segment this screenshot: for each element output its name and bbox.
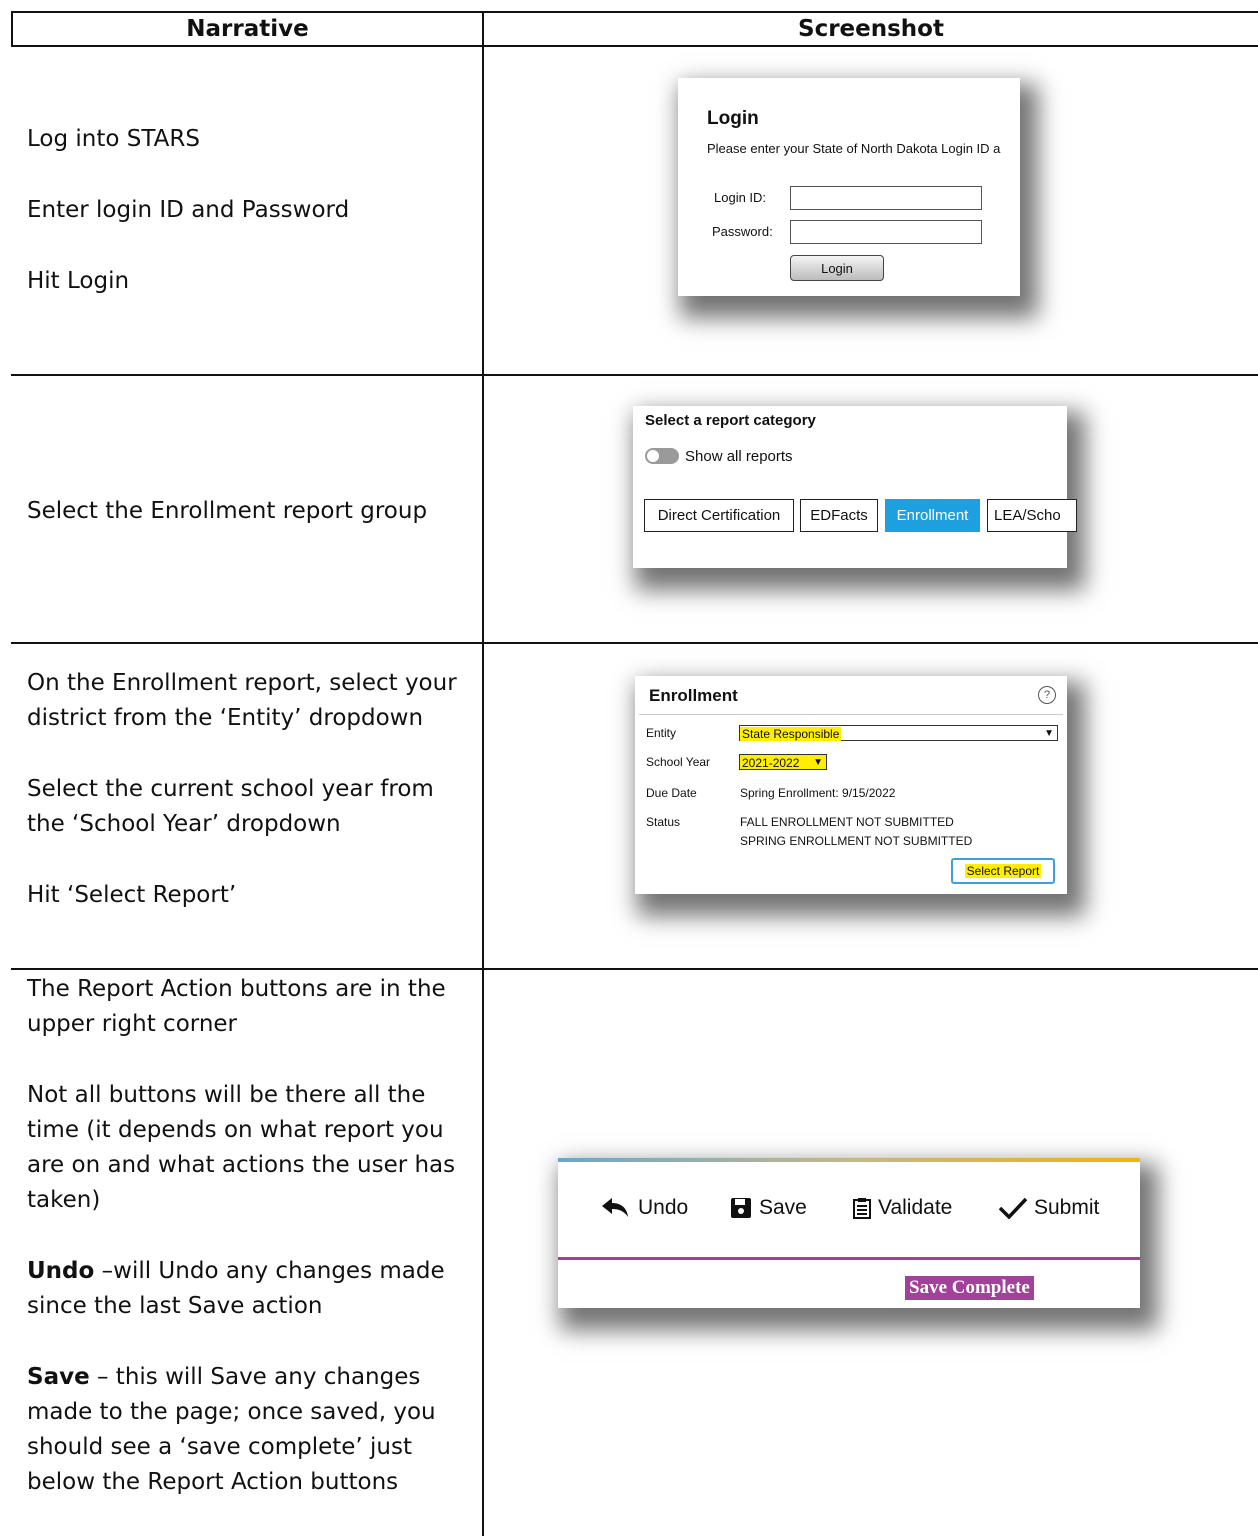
category-enrollment[interactable]: Enrollment (885, 499, 980, 532)
chevron-down-icon: ▼ (1044, 728, 1054, 739)
step-hit-login: Hit Login (27, 268, 130, 294)
status-spring: SPRING ENROLLMENT NOT SUBMITTED (740, 834, 973, 848)
step-log-into-stars: Log into STARS (27, 126, 200, 152)
enrollment-title: Enrollment (649, 686, 738, 705)
clipboard-icon (853, 1198, 871, 1219)
step-hit-select-report: Hit ‘Select Report’ (27, 882, 237, 908)
save-complete-badge: Save Complete (905, 1276, 1034, 1300)
show-all-toggle[interactable] (645, 448, 679, 464)
undo-button[interactable]: Undo (600, 1196, 688, 1220)
submit-label: Submit (1034, 1196, 1100, 1219)
step-select-year: Select the current school year from the … (27, 776, 434, 837)
login-id-input[interactable] (790, 186, 982, 210)
row3-narrative: On the Enrollment report, select your di… (27, 666, 467, 913)
category-lea-school[interactable]: LEA/Scho (987, 499, 1077, 532)
floppy-disk-icon (731, 1198, 751, 1218)
login-id-label: Login ID: (714, 190, 767, 205)
toggle-knob (647, 450, 659, 462)
row2-narrative: Select the Enrollment report group (27, 494, 467, 529)
toggle-label: Show all reports (685, 448, 793, 465)
school-year-select[interactable]: 2021-2022 ▼ (739, 754, 827, 770)
entity-select[interactable]: State Responsible ▼ (739, 725, 1058, 741)
row2-bottom-border (11, 642, 1258, 644)
school-year-value: 2021-2022 (742, 756, 800, 770)
status-fall: FALL ENROLLMENT NOT SUBMITTED (740, 815, 954, 829)
report-actions-screenshot: Undo Save Validate Submit Save Complete (558, 1158, 1140, 1308)
submit-button[interactable]: Submit (998, 1196, 1099, 1220)
undo-icon (602, 1198, 628, 1217)
row4-narrative: The Report Action buttons are in the upp… (27, 972, 467, 1500)
top-gradient-bar (558, 1158, 1140, 1162)
login-screenshot: Login Please enter your State of North D… (678, 78, 1020, 296)
header-screenshot: Screenshot (798, 16, 944, 42)
save-description: Save – this will Save any changes made t… (27, 1360, 467, 1500)
row1-bottom-border (11, 374, 1258, 376)
row1-narrative: Log into STARS Enter login ID and Passwo… (27, 122, 467, 299)
select-report-label: Select Report (964, 864, 1042, 878)
chevron-down-icon: ▼ (813, 757, 823, 768)
save-label: Save (759, 1196, 807, 1219)
step-select-enrollment: Select the Enrollment report group (27, 498, 428, 524)
save-button[interactable]: Save (730, 1196, 807, 1220)
undo-description: Undo –will Undo any changes made since t… (27, 1254, 467, 1324)
undo-term: Undo (27, 1258, 95, 1284)
category-direct-certification[interactable]: Direct Certification (644, 499, 794, 532)
report-actions-location: The Report Action buttons are in the upp… (27, 976, 446, 1037)
enrollment-screenshot: Enrollment ? Entity State Responsible ▼ … (635, 676, 1067, 894)
entity-value: State Responsible (740, 727, 842, 741)
select-report-button[interactable]: Select Report (951, 858, 1055, 884)
column-divider (482, 11, 484, 1536)
entity-label: Entity (646, 726, 677, 740)
validate-button[interactable]: Validate (852, 1196, 952, 1220)
validate-label: Validate (878, 1196, 953, 1219)
status-label: Status (646, 815, 681, 829)
checkmark-icon (998, 1197, 1028, 1219)
login-button[interactable]: Login (790, 255, 884, 281)
category-title: Select a report category (645, 412, 816, 429)
login-instructions: Please enter your State of North Dakota … (707, 141, 1001, 156)
help-icon[interactable]: ? (1038, 686, 1056, 704)
undo-label: Undo (638, 1196, 689, 1219)
step-enter-credentials: Enter login ID and Password (27, 197, 350, 223)
category-screenshot: Select a report category Show all report… (633, 406, 1077, 568)
header-narrative: Narrative (186, 16, 309, 42)
school-year-label: School Year (646, 755, 711, 769)
due-date-value: Spring Enrollment: 9/15/2022 (740, 786, 896, 800)
login-title: Login (707, 108, 759, 129)
buttons-availability-note: Not all buttons will be there all the ti… (27, 1082, 456, 1213)
step-select-entity: On the Enrollment report, select your di… (27, 670, 457, 731)
due-date-label: Due Date (646, 786, 697, 800)
purple-divider (558, 1257, 1140, 1260)
save-term: Save (27, 1364, 90, 1390)
row3-bottom-border (11, 968, 1258, 970)
password-label: Password: (712, 224, 773, 239)
title-divider (639, 714, 1063, 715)
password-input[interactable] (790, 220, 982, 244)
category-edfacts[interactable]: EDFacts (800, 499, 878, 532)
